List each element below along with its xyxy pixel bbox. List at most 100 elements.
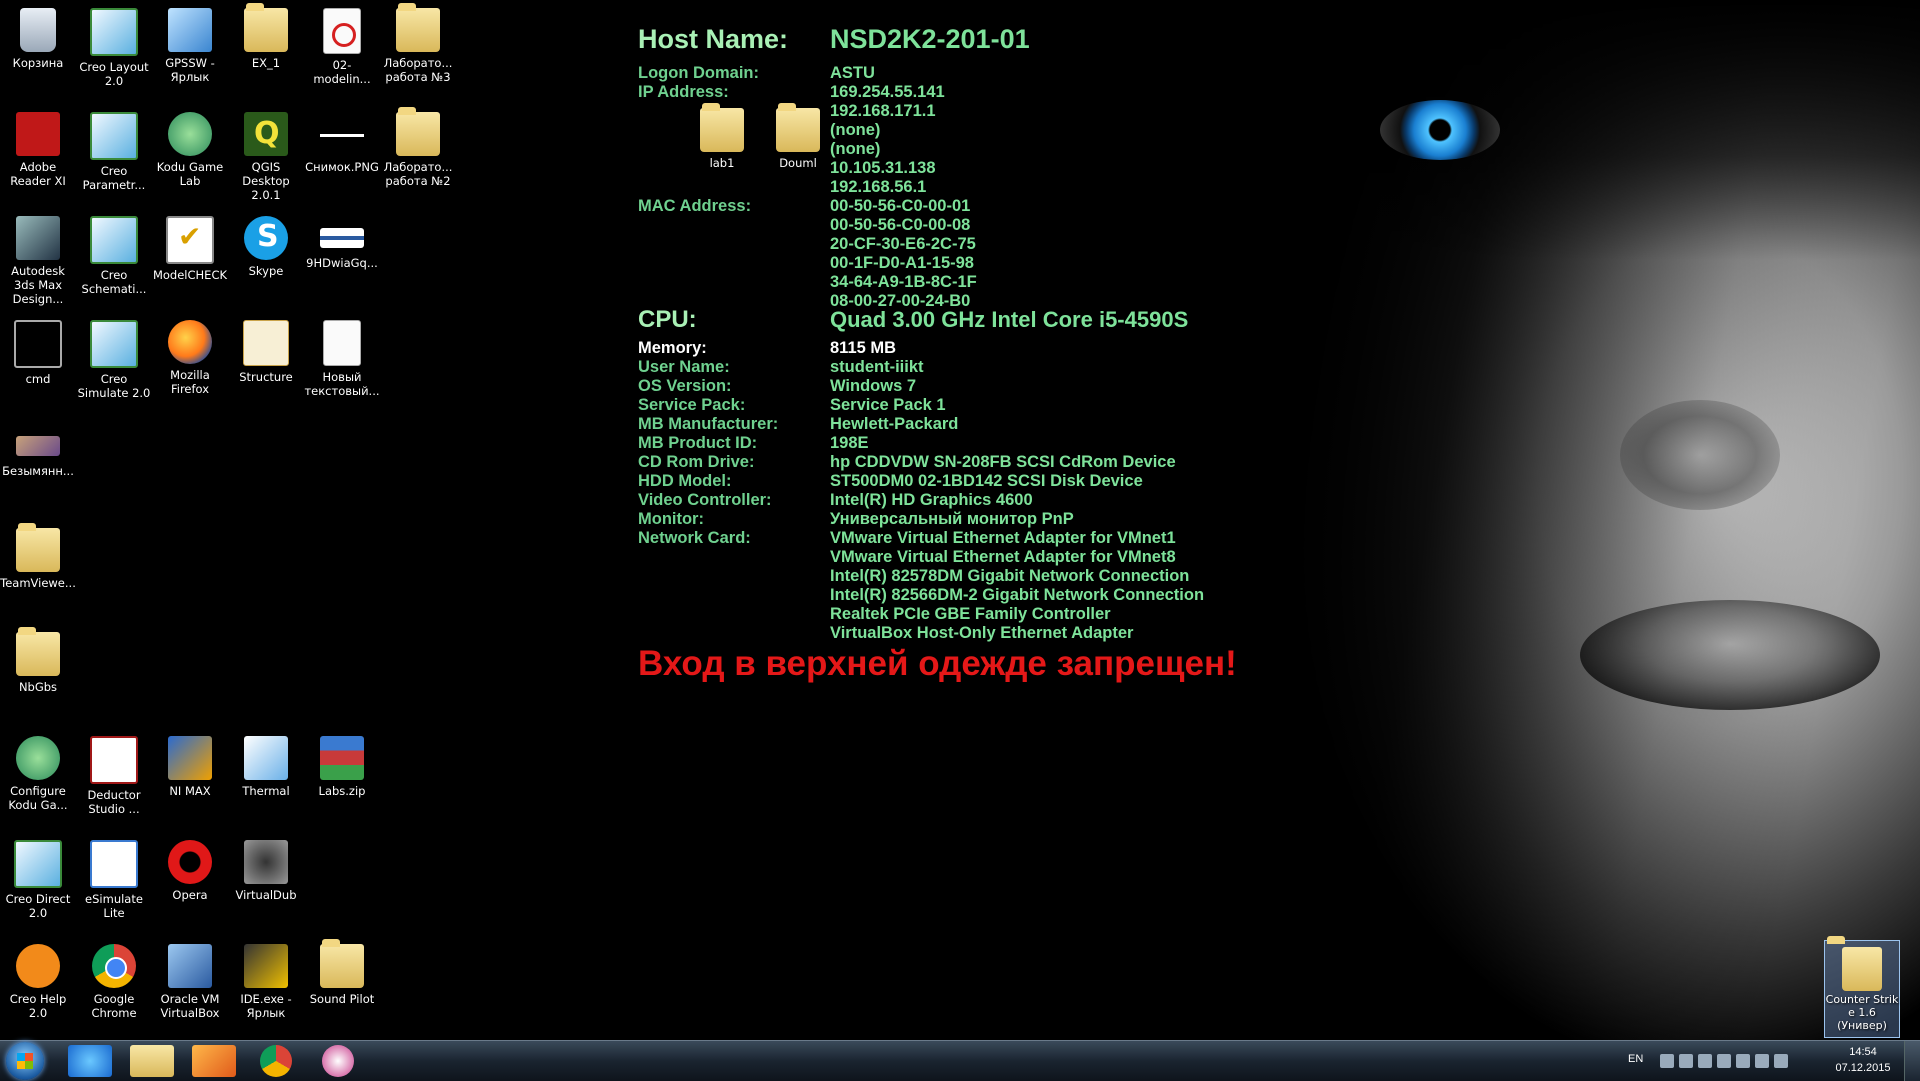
desktop-icon-structure[interactable]: Structure: [228, 312, 304, 384]
show-desktop-button[interactable]: [1904, 1041, 1920, 1081]
file-explorer-icon[interactable]: [130, 1045, 174, 1077]
desktop-icon-9hdwiagq[interactable]: 9HDwiaGq...: [304, 208, 380, 270]
mac-address-value: 34-64-A9-1B-8C-1F: [830, 273, 977, 291]
kodu-icon: [168, 112, 212, 156]
ide-icon: [244, 944, 288, 988]
desktop-icon-creo-help[interactable]: Creo Help 2.0: [0, 936, 76, 1020]
folder-icon: [244, 3, 288, 52]
chrome-taskbar-icon[interactable]: [260, 1045, 292, 1077]
firefox-icon: [168, 320, 212, 364]
tray-flag-icon[interactable]: [1660, 1054, 1674, 1068]
folder-icon: [776, 103, 820, 152]
network-card-value: Realtek PCIe GBE Family Controller: [830, 605, 1111, 623]
desktop-icon-creo-direct[interactable]: Creo Direct 2.0: [0, 832, 76, 920]
desktop-icon-qgis[interactable]: QGIS Desktop 2.0.1: [228, 104, 304, 202]
desktop-icon-labs-zip[interactable]: Labs.zip: [304, 728, 380, 798]
image-icon: [320, 228, 364, 248]
desktop-icon-3ds-max[interactable]: Autodesk 3ds Max Design...: [0, 208, 76, 306]
folder-icon: [700, 103, 744, 152]
tray-app-icon[interactable]: [1698, 1054, 1712, 1068]
desktop-icon-skype[interactable]: Skype: [228, 208, 304, 278]
network-card-value: VMware Virtual Ethernet Adapter for VMne…: [830, 529, 1176, 547]
ip-address-value: 10.105.31.138: [830, 159, 936, 177]
desktop-icon-douml[interactable]: Douml: [760, 100, 836, 170]
desktop-icon-creo-simulate[interactable]: Creo Simulate 2.0: [76, 312, 152, 400]
internet-explorer-icon[interactable]: [68, 1045, 112, 1077]
desktop-icon-ide[interactable]: IDE.exe - Ярлык: [228, 936, 304, 1020]
desktop-icon-modelcheck[interactable]: ModelCHECK: [152, 208, 228, 282]
warning-message: Вход в верхней одежде запрещен!: [638, 644, 1237, 683]
folder-doc-icon: [396, 107, 440, 156]
system-tray: [1660, 1053, 1810, 1069]
tray-volume-icon[interactable]: [1774, 1054, 1788, 1068]
desktop-icon-ni-max[interactable]: NI MAX: [152, 728, 228, 798]
creo-schematics-icon: [90, 216, 138, 264]
desktop-icon-adobe-reader[interactable]: Adobe Reader XI: [0, 104, 76, 188]
mac-address-value: 20-CF-30-E6-2C-75: [830, 235, 976, 253]
modelcheck-icon: [166, 216, 214, 264]
desktop-icon-ex1[interactable]: EX_1: [228, 0, 304, 70]
tray-network-icon[interactable]: [1679, 1054, 1693, 1068]
recycle-bin-icon: [20, 8, 56, 52]
desktop-icon-sound-pilot[interactable]: Sound Pilot: [304, 936, 380, 1006]
folder-icon: [16, 523, 60, 572]
desktop-icon-virtualbox[interactable]: Oracle VM VirtualBox: [152, 936, 228, 1020]
clock[interactable]: 14:54 07.12.2015: [1834, 1044, 1892, 1076]
desktop-icon-new-text[interactable]: Новый текстовый...: [304, 312, 380, 398]
clock-time: 14:54: [1849, 1046, 1877, 1058]
start-button[interactable]: [6, 1042, 44, 1080]
png-image-icon: [320, 112, 364, 156]
media-player-icon[interactable]: [192, 1045, 236, 1077]
network-card-value: Intel(R) 82566DM-2 Gigabit Network Conne…: [830, 586, 1205, 604]
desktop-icon-esimulate[interactable]: eSimulate Lite: [76, 832, 152, 920]
desktop-icon-creo-schematics[interactable]: Creo Schemati...: [76, 208, 152, 296]
structure-icon: [243, 320, 289, 366]
ip-address-value: 192.168.56.1: [830, 178, 927, 196]
tray-app-icon[interactable]: [1717, 1054, 1731, 1068]
network-card-value: VirtualBox Host-Only Ethernet Adapter: [830, 624, 1134, 642]
zip-icon: [320, 736, 364, 780]
desktop-icon-counter-strike[interactable]: Counter Strik e 1.6 (Универ): [1824, 940, 1900, 1038]
desktop-icon-chrome[interactable]: Google Chrome: [76, 936, 152, 1020]
opera-icon: [168, 840, 212, 884]
clock-date: 07.12.2015: [1835, 1062, 1891, 1074]
desktop-icon-gpssw[interactable]: GPSSW - Ярлык: [152, 0, 228, 84]
thermal-icon: [244, 736, 288, 780]
wallpaper-hair-top: [1180, 0, 1920, 260]
desktop-icon-opera[interactable]: Opera: [152, 832, 228, 902]
desktop-icon-bezymyann[interactable]: Безымянн...: [0, 416, 76, 478]
mac-address-value: 00-1F-D0-A1-15-98: [830, 254, 974, 272]
desktop-icon-lab2[interactable]: Лаборато... работа №2: [380, 104, 456, 188]
ni-max-icon: [168, 736, 212, 780]
desktop-icon-teamviewer[interactable]: TeamViewe...: [0, 520, 76, 590]
tray-monitor-icon[interactable]: [1755, 1054, 1769, 1068]
desktop-icon-virtualdub[interactable]: VirtualDub: [228, 832, 304, 902]
desktop-icon-creo-layout[interactable]: Creo Layout 2.0: [76, 0, 152, 88]
tray-folder-icon[interactable]: [1736, 1054, 1750, 1068]
desktop-icon-thermal[interactable]: Thermal: [228, 728, 304, 798]
paint-icon[interactable]: [322, 1045, 354, 1077]
qgis-icon: [244, 112, 288, 156]
network-card-value: Intel(R) 82578DM Gigabit Network Connect…: [830, 567, 1190, 585]
desktop-icon-nbgbs[interactable]: NbGbs: [0, 624, 76, 694]
ip-address-value: 192.168.171.1: [830, 102, 936, 120]
desktop-icon-creo-parametric[interactable]: Creo Parametr...: [76, 104, 152, 192]
desktop-icon-recycle-bin[interactable]: Корзина: [0, 0, 76, 70]
desktop-icon-snimok[interactable]: Снимок.PNG: [304, 104, 380, 174]
desktop-icon-lab3[interactable]: Лаборато... работа №3: [380, 0, 456, 84]
creo-layout-icon: [90, 8, 138, 56]
folder-icon: [16, 627, 60, 676]
desktop-icon-kodu[interactable]: Kodu Game Lab: [152, 104, 228, 188]
desktop-icon-firefox[interactable]: Mozilla Firefox: [152, 312, 228, 396]
desktop-icon-configure-kodu[interactable]: Configure Kodu Ga...: [0, 728, 76, 812]
desktop-icon-cmd[interactable]: cmd: [0, 312, 76, 386]
desktop-icon-deductor[interactable]: Deductor Studio ...: [76, 728, 152, 816]
wallpaper-blue-eye: [1380, 100, 1500, 160]
desktop-icon-lab1[interactable]: lab1: [684, 100, 760, 170]
language-indicator[interactable]: EN: [1628, 1053, 1643, 1065]
folder-icon: [1842, 947, 1882, 991]
text-file-icon: [323, 320, 361, 366]
desktop-icon-02-modelin[interactable]: 02-modelin...: [304, 0, 380, 86]
deductor-icon: [90, 736, 138, 784]
image-icon: [16, 436, 60, 456]
